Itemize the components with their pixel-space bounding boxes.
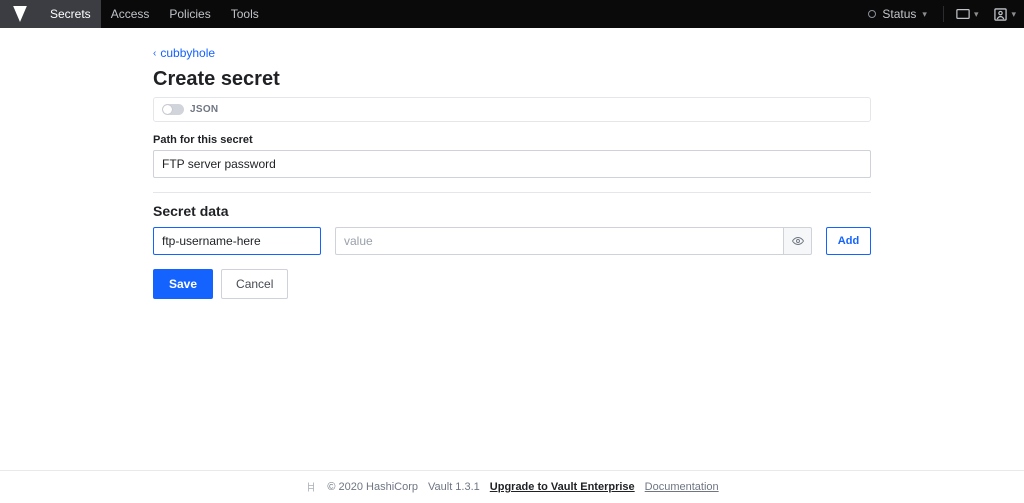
main-content: ‹ cubbyhole Create secret JSON Path for … xyxy=(153,28,871,299)
secret-key-input[interactable] xyxy=(153,227,321,255)
nav-secrets[interactable]: Secrets xyxy=(40,0,101,28)
divider xyxy=(153,192,871,193)
json-toggle[interactable] xyxy=(162,104,184,115)
secret-value-input[interactable] xyxy=(335,227,784,255)
form-actions: Save Cancel xyxy=(153,269,871,299)
nav-policies[interactable]: Policies xyxy=(159,0,220,28)
footer-copyright: © 2020 HashiCorp xyxy=(327,481,418,493)
footer-docs-link[interactable]: Documentation xyxy=(645,481,719,493)
json-toggle-label: JSON xyxy=(190,104,218,115)
chevron-down-icon: ▾ xyxy=(974,9,979,20)
top-navbar: Secrets Access Policies Tools Status ▾ ▾… xyxy=(0,0,1024,28)
chevron-down-icon: ▾ xyxy=(922,9,927,20)
status-indicator-icon xyxy=(868,10,876,18)
path-field-label: Path for this secret xyxy=(153,134,871,146)
cancel-button[interactable]: Cancel xyxy=(221,269,288,299)
nav-divider xyxy=(943,6,944,22)
hashicorp-icon xyxy=(305,481,317,493)
page-title: Create secret xyxy=(153,68,871,91)
footer-version: Vault 1.3.1 xyxy=(428,481,480,493)
breadcrumb-parent-link[interactable]: cubbyhole xyxy=(160,46,215,60)
vault-logo[interactable] xyxy=(0,0,40,28)
toggle-value-visibility-button[interactable] xyxy=(784,227,812,255)
toggle-knob xyxy=(163,105,172,114)
secret-data-title: Secret data xyxy=(153,203,871,219)
footer: © 2020 HashiCorp Vault 1.3.1 Upgrade to … xyxy=(0,470,1024,503)
save-button[interactable]: Save xyxy=(153,269,213,299)
user-menu[interactable]: ▾ xyxy=(986,0,1024,28)
add-row-button[interactable]: Add xyxy=(826,227,871,255)
eye-icon xyxy=(792,235,804,247)
status-label: Status xyxy=(882,7,916,21)
path-input[interactable] xyxy=(153,150,871,178)
footer-upgrade-link[interactable]: Upgrade to Vault Enterprise xyxy=(490,481,635,493)
chevron-left-icon: ‹ xyxy=(153,48,156,59)
console-menu[interactable]: ▾ xyxy=(948,0,987,28)
breadcrumb: ‹ cubbyhole xyxy=(153,46,871,60)
nav-tools[interactable]: Tools xyxy=(221,0,269,28)
status-menu[interactable]: Status ▾ xyxy=(856,0,939,28)
chevron-down-icon: ▾ xyxy=(1011,9,1016,20)
nav-access[interactable]: Access xyxy=(101,0,160,28)
kv-row: Add xyxy=(153,227,871,255)
json-toggle-bar: JSON xyxy=(153,97,871,122)
